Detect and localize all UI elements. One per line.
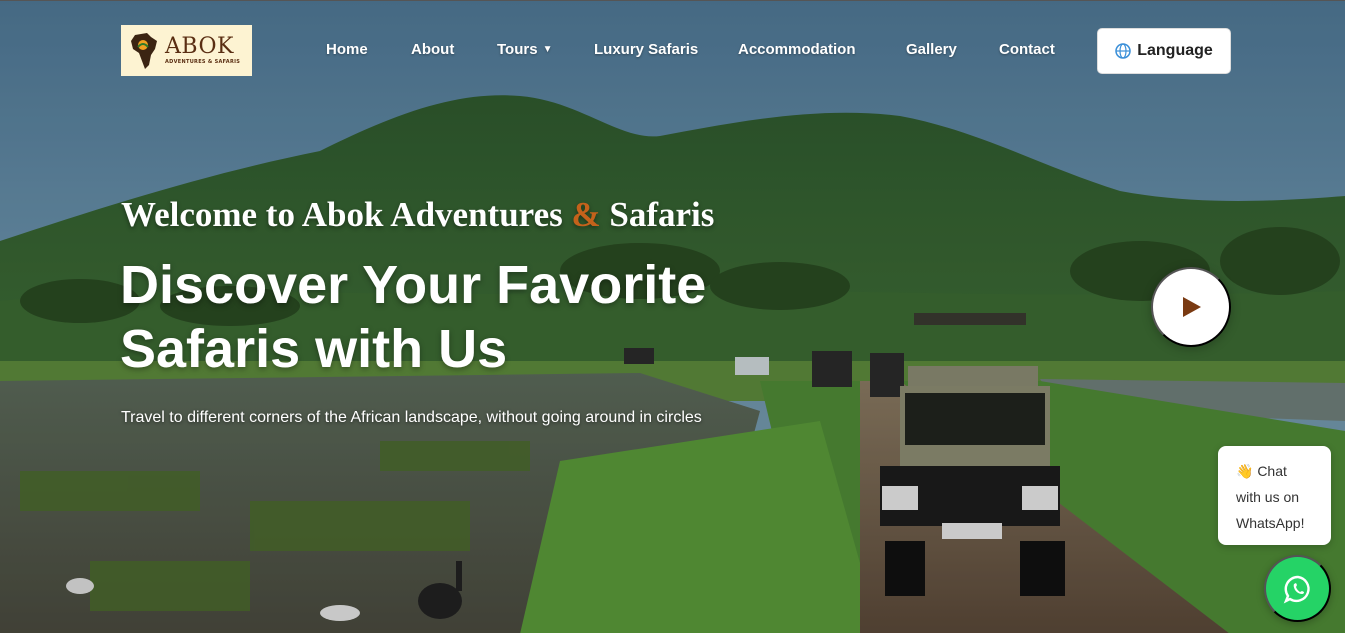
hero-section: ABOK ADVENTURES & SAFARIS Home About Tou… (0, 0, 1345, 633)
hero-subtitle: Travel to different corners of the Afric… (121, 409, 702, 426)
hero-headline: Discover Your Favorite Safaris with Us (120, 253, 840, 381)
caret-down-icon: ▼ (542, 44, 553, 55)
headline-line-2: Safaris with Us (120, 319, 508, 379)
nav-item-tours[interactable]: Tours ▼ (497, 41, 552, 58)
welcome-heading: Welcome to Abok Adventures & Safaris (121, 195, 714, 235)
main-navbar: ABOK ADVENTURES & SAFARIS Home About Tou… (0, 1, 1345, 101)
nav-item-about[interactable]: About (411, 41, 454, 58)
language-label: Language (1137, 42, 1213, 59)
whatsapp-bubble-line-2: with us on (1236, 489, 1300, 505)
nav-item-luxury-safaris[interactable]: Luxury Safaris (594, 41, 698, 58)
nav-item-gallery[interactable]: Gallery (906, 41, 957, 58)
whatsapp-icon (1283, 575, 1310, 603)
nav-item-contact[interactable]: Contact (999, 41, 1055, 58)
nav-item-home[interactable]: Home (326, 41, 368, 58)
play-video-button[interactable] (1151, 267, 1231, 347)
language-button[interactable]: Language (1097, 28, 1231, 74)
logo-subtitle: ADVENTURES & SAFARIS (165, 59, 241, 65)
logo-title: ABOK (165, 34, 234, 59)
globe-icon (1115, 43, 1131, 59)
nav-item-accommodation[interactable]: Accommodation (738, 41, 856, 58)
site-logo[interactable]: ABOK ADVENTURES & SAFARIS (121, 25, 252, 76)
headline-line-1: Discover Your Favorite (120, 255, 707, 315)
whatsapp-bubble-line-3: WhatsApp! (1236, 515, 1305, 531)
play-icon (1183, 297, 1201, 317)
africa-map-icon (131, 32, 157, 69)
nav-item-tours-label: Tours (497, 41, 538, 58)
whatsapp-chat-bubble[interactable]: 👋 Chat with us on WhatsApp! (1218, 446, 1331, 545)
welcome-text-part2: Safaris (609, 195, 715, 234)
whatsapp-button[interactable] (1264, 555, 1331, 622)
welcome-text-part1: Welcome to Abok Adventures (121, 195, 563, 234)
welcome-ampersand: & (571, 195, 601, 234)
whatsapp-bubble-line-1: 👋 Chat (1236, 463, 1287, 479)
